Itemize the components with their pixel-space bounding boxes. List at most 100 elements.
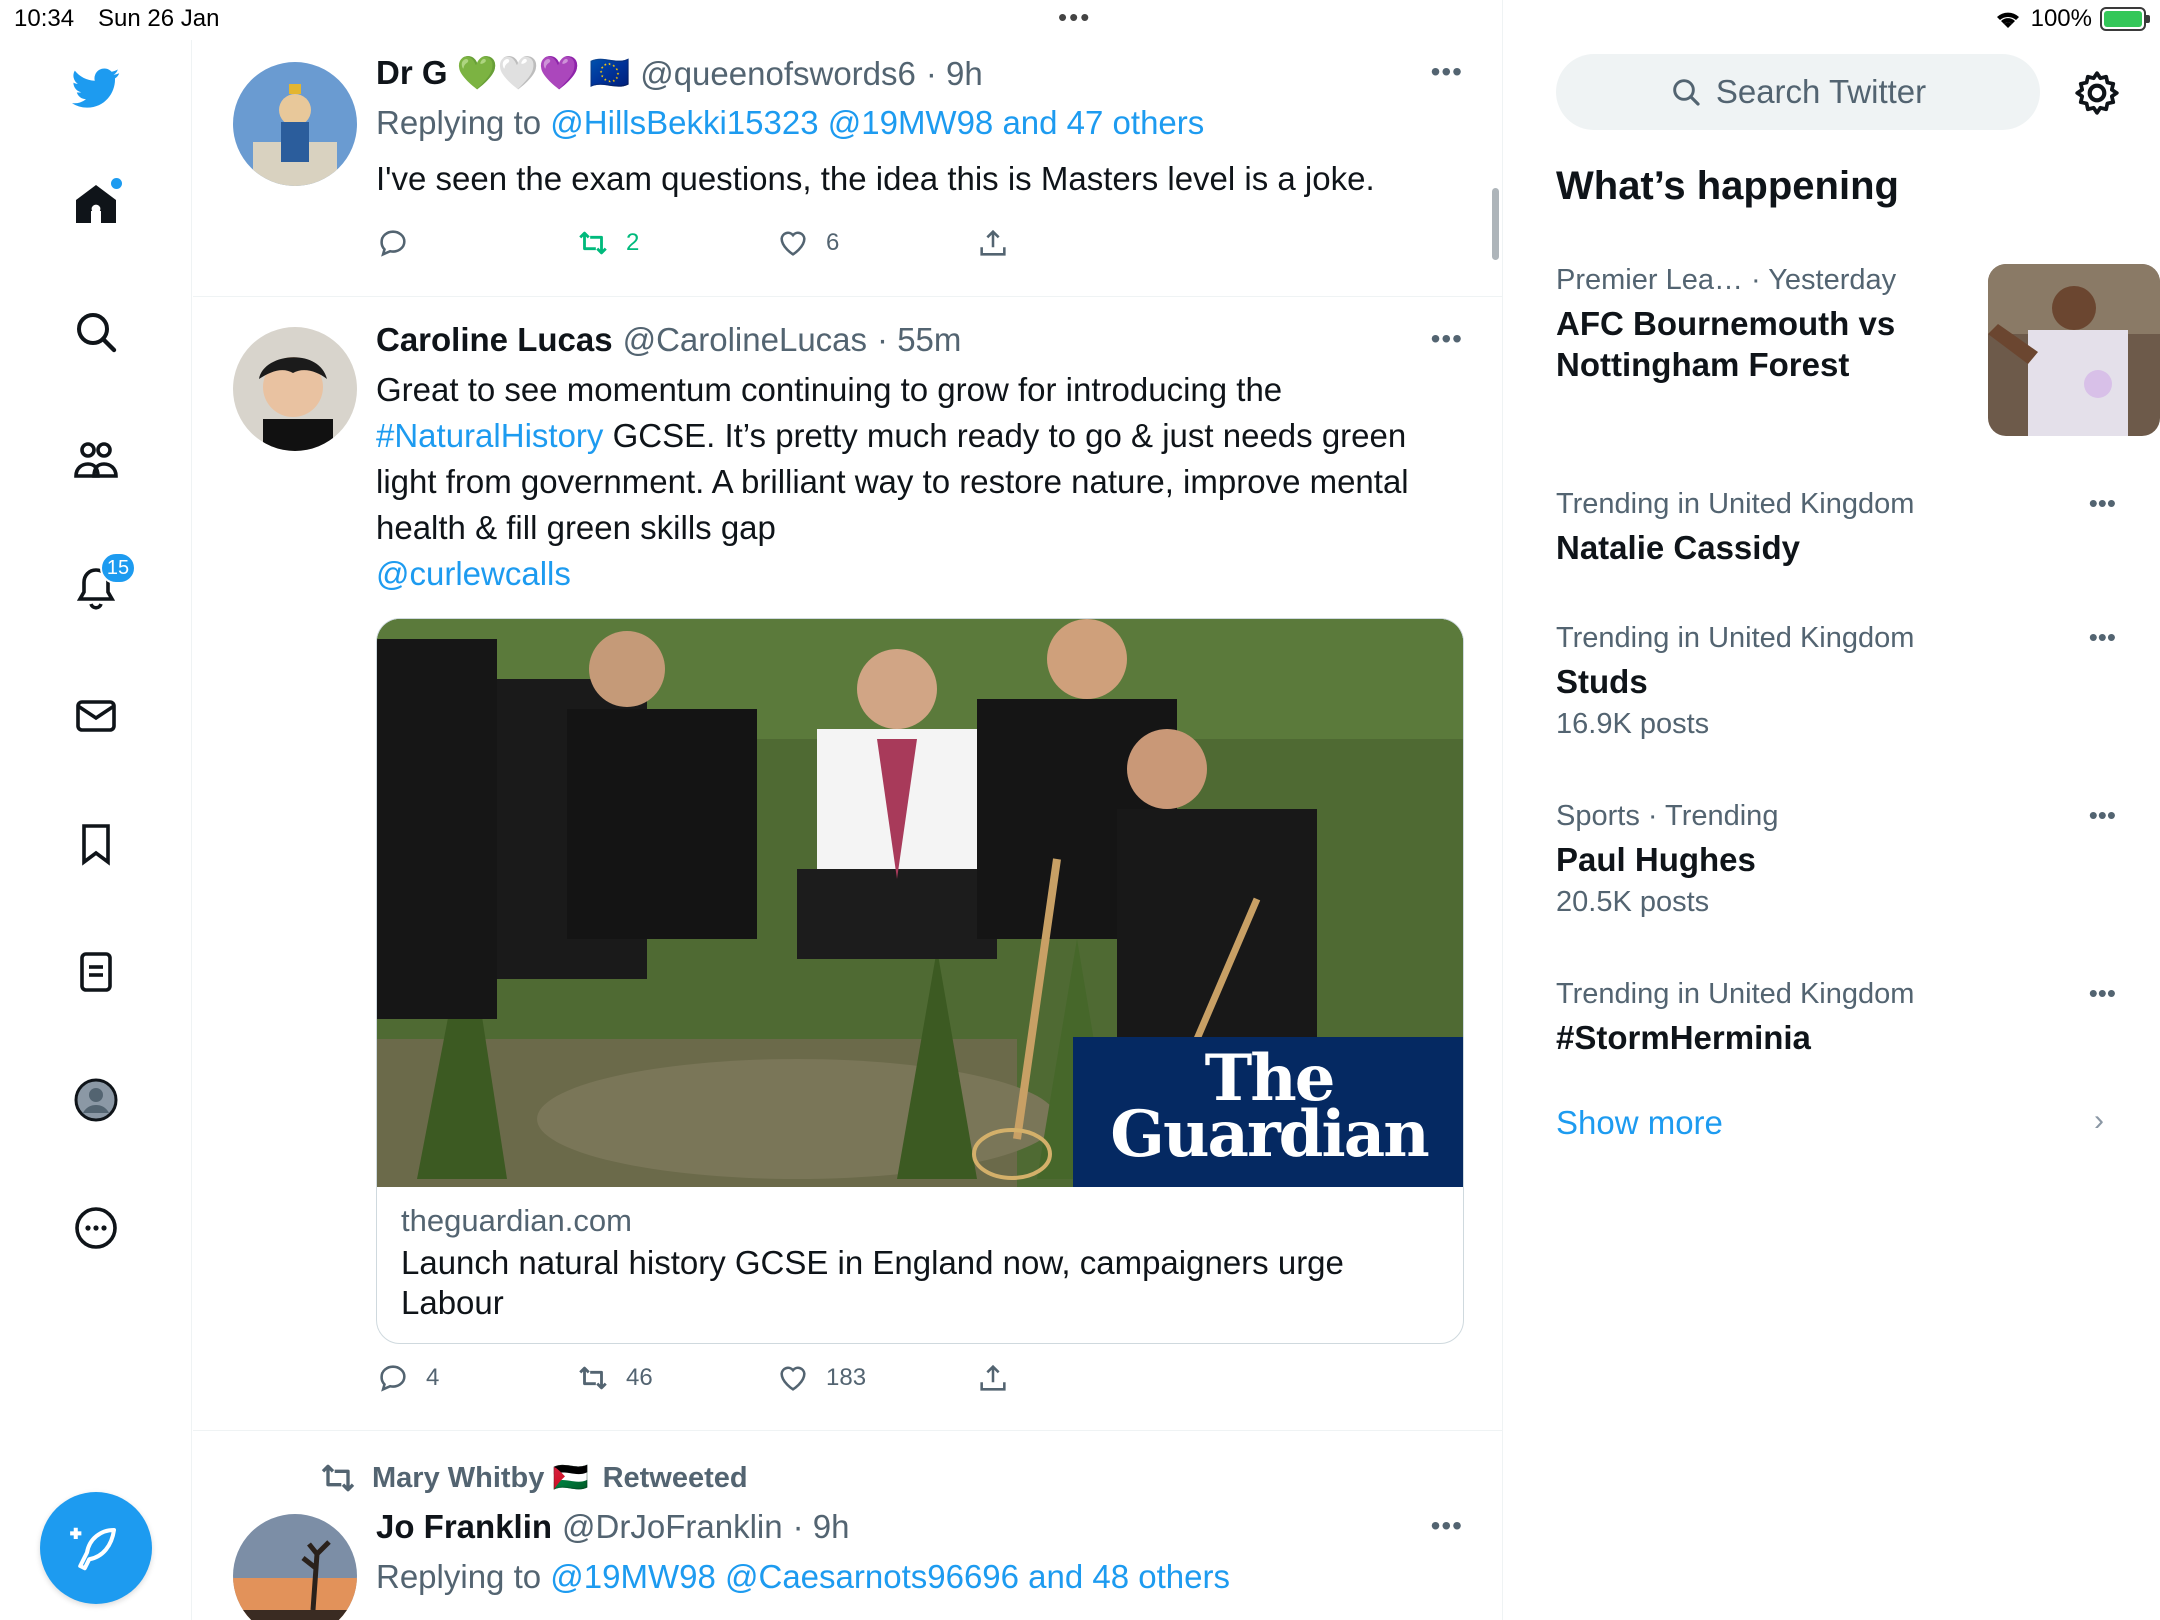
tweet-more-button[interactable]: ••• (1431, 1510, 1463, 1542)
tweet-text: Great to see momentum continuing to grow… (376, 367, 1466, 597)
retweet-button[interactable]: 46 (576, 1361, 653, 1395)
replying-prefix: Replying to (376, 104, 542, 141)
right-sidebar: Search Twitter What’s happening Premier … (1504, 40, 2160, 1620)
tweet[interactable]: Dr G 💚🤍💜 🇪🇺 @queenofswords6 · 9h ••• Rep… (193, 0, 1502, 297)
share-icon (980, 229, 1006, 256)
twitter-logo-icon[interactable] (60, 52, 132, 124)
like-button[interactable]: 6 (776, 226, 839, 260)
card-image: The Guardian (377, 619, 1463, 1187)
bookmarks-icon[interactable] (60, 808, 132, 880)
search-input[interactable]: Search Twitter (1556, 54, 2040, 130)
author-handle[interactable]: @DrJoFranklin (562, 1508, 783, 1546)
tweet-more-button[interactable]: ••• (1431, 56, 1463, 88)
trend-category: Trending in United Kingdom (1556, 978, 1915, 1010)
tweet[interactable]: Caroline Lucas @CarolineLucas · 55m ••• … (193, 297, 1502, 1431)
trend-thumbnail (1988, 264, 2160, 436)
profile-avatar-icon[interactable] (60, 1064, 132, 1136)
share-button[interactable] (976, 1361, 1010, 1395)
notifications-bell-icon[interactable]: 15 (60, 552, 136, 624)
tweet-text: I've seen the exam questions, the idea t… (376, 160, 1375, 197)
reply-icon (380, 230, 406, 257)
trend-title: Natalie Cassidy (1556, 529, 1800, 566)
retweeted-by-line: Mary Whitby 🇵🇸 Retweeted (318, 1458, 748, 1498)
author-name[interactable]: Jo Franklin (376, 1508, 552, 1546)
link-preview-card[interactable]: The Guardian theguardian.com Launch natu… (376, 618, 1464, 1344)
tweet-time[interactable]: · 9h (926, 55, 983, 93)
trend-item[interactable]: Trending in United Kingdom #StormHermini… (1556, 978, 2116, 1058)
guardian-logo-line2: Guardian (1110, 1097, 1429, 1172)
retweet-icon (579, 231, 607, 255)
author-handle[interactable]: @CarolineLucas (623, 321, 867, 359)
trend-title: Studs (1556, 663, 1648, 700)
trend-post-count: 16.9K posts (1556, 708, 1710, 740)
more-options-icon[interactable] (60, 1192, 132, 1264)
like-button[interactable]: 183 (776, 1361, 866, 1395)
retweet-button[interactable]: 2 (576, 226, 639, 260)
trend-post-count: 20.5K posts (1556, 886, 1710, 918)
trend-item[interactable]: Sports · Trending Paul Hughes 20.5K post… (1556, 800, 2116, 919)
trend-more-button[interactable]: ••• (2089, 622, 2116, 653)
trend-more-button[interactable]: ••• (2089, 800, 2116, 831)
tweet-header: Dr G 💚🤍💜 🇪🇺 @queenofswords6 · 9h (376, 54, 983, 93)
card-domain: theguardian.com (401, 1203, 632, 1238)
tweet-more-button[interactable]: ••• (1431, 323, 1463, 355)
share-icon (980, 1364, 1006, 1391)
trend-category: Trending in United Kingdom (1556, 488, 1915, 520)
replying-to-users[interactable]: @HillsBekki15323 @19MW98 and 47 others (550, 104, 1204, 141)
search-icon[interactable] (60, 296, 132, 368)
compose-feather-icon (70, 1527, 117, 1571)
retweet-icon (579, 1366, 607, 1390)
author-name[interactable]: Dr G 💚🤍💜 🇪🇺 (376, 54, 630, 93)
reply-button[interactable]: 4 (376, 1361, 439, 1395)
messages-envelope-icon[interactable] (60, 680, 132, 752)
tweet-time[interactable]: · 9h (793, 1508, 850, 1546)
trend-title: AFC Bournemouth vs Nottingham Forest (1556, 305, 1896, 383)
chevron-right-icon[interactable]: › (2094, 1104, 2104, 1138)
tweet-time[interactable]: · 55m (877, 321, 961, 359)
replying-to: Replying to @HillsBekki15323 @19MW98 and… (376, 104, 1204, 142)
settings-gear-icon[interactable] (2072, 68, 2122, 118)
timeline[interactable]: Dr G 💚🤍💜 🇪🇺 @queenofswords6 · 9h ••• Rep… (193, 0, 1503, 1620)
status-time: 10:34 (14, 5, 75, 32)
author-handle[interactable]: @queenofswords6 (640, 55, 916, 93)
tweet[interactable]: Mary Whitby 🇵🇸 Retweeted Jo Franklin @Dr… (193, 1432, 1502, 1620)
avatar[interactable] (233, 62, 357, 186)
hashtag-link[interactable]: #NaturalHistory (376, 417, 603, 454)
whats-happening-heading: What’s happening (1556, 164, 1899, 208)
show-more-link[interactable]: Show more (1556, 1104, 1723, 1142)
retweeter-name[interactable]: Mary Whitby 🇵🇸 (372, 1461, 589, 1495)
trend-category: Premier Lea… (1556, 264, 1743, 296)
communities-icon[interactable] (60, 424, 132, 496)
trend-more-button[interactable]: ••• (2089, 488, 2116, 519)
notifications-count-badge: 15 (100, 552, 136, 584)
avatar[interactable] (233, 1514, 357, 1620)
home-icon[interactable] (60, 168, 132, 240)
trend-item[interactable]: Trending in United Kingdom Natalie Cassi… (1556, 488, 2116, 568)
tweet-header: Jo Franklin @DrJoFranklin · 9h (376, 1508, 849, 1546)
trend-more-button[interactable]: ••• (2089, 978, 2116, 1009)
retweet-count: 2 (626, 229, 640, 256)
trend-item[interactable]: Trending in United Kingdom Studs 16.9K p… (1556, 622, 2116, 741)
retweet-icon (321, 1464, 355, 1492)
heart-icon (780, 231, 806, 256)
reply-button[interactable] (376, 226, 426, 260)
mention-link[interactable]: @curlewcalls (376, 555, 571, 592)
battery-icon (2100, 7, 2150, 31)
share-button[interactable] (976, 226, 1010, 260)
like-count: 183 (826, 1364, 867, 1391)
avatar[interactable] (233, 327, 357, 451)
compose-tweet-button[interactable] (40, 1492, 152, 1604)
author-name[interactable]: Caroline Lucas (376, 321, 613, 359)
retweet-count: 46 (626, 1364, 653, 1391)
trend-item[interactable]: Premier Lea… · Yesterday AFC Bournemouth… (1556, 264, 2160, 436)
search-placeholder: Search Twitter (1715, 73, 1927, 110)
battery-percent: 100% (2030, 5, 2092, 32)
replying-to-users[interactable]: @19MW98 @Caesarnots96696 and 48 others (550, 1558, 1230, 1595)
guardian-logo: The Guardian (1073, 1037, 1463, 1187)
lists-icon[interactable] (60, 936, 132, 1008)
tweet-actions: 4 46 183 (376, 1361, 1016, 1401)
search-icon (1673, 79, 1700, 106)
tweet-actions: 2 6 (376, 226, 1016, 266)
status-right: 100% (1993, 5, 2150, 33)
home-unread-dot (111, 178, 122, 189)
